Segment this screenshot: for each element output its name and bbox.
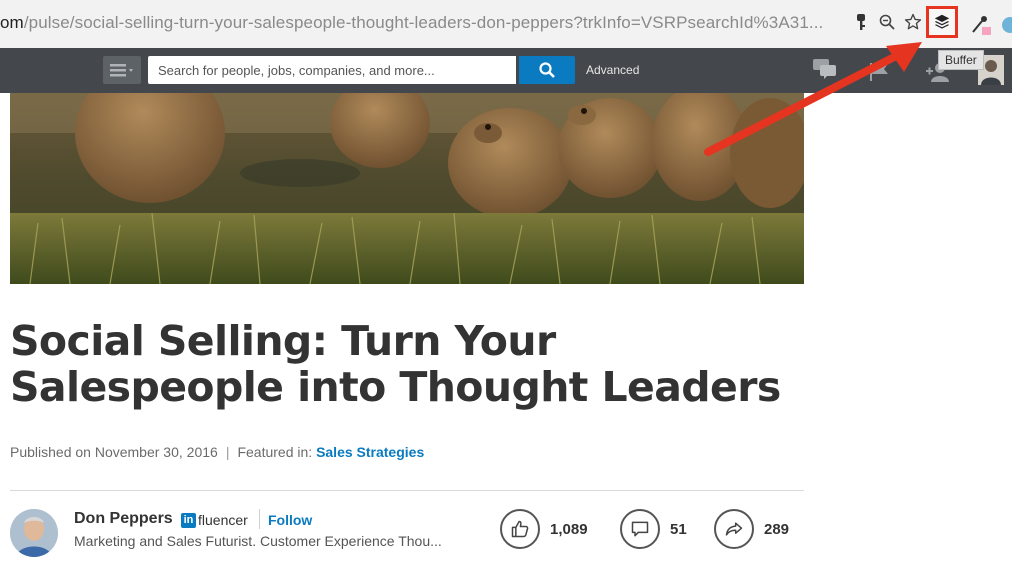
key-icon[interactable] bbox=[852, 12, 870, 32]
eyedropper-extension-icon[interactable] bbox=[970, 14, 992, 36]
buffer-icon bbox=[934, 14, 950, 29]
featured-channel-link[interactable]: Sales Strategies bbox=[316, 444, 424, 460]
url-path: /pulse/social-selling-turn-your-salespeo… bbox=[23, 13, 824, 32]
share-group: 289 bbox=[714, 509, 789, 549]
follow-separator bbox=[259, 509, 260, 529]
author-name[interactable]: Don Peppers bbox=[74, 510, 173, 528]
meta-separator: | bbox=[225, 444, 230, 460]
comment-count: 51 bbox=[670, 520, 687, 538]
url-text[interactable]: om/pulse/social-selling-turn-your-salesp… bbox=[0, 13, 823, 33]
comment-icon bbox=[631, 521, 649, 537]
buffer-extension-button[interactable] bbox=[926, 6, 958, 38]
notifications-flag-icon[interactable] bbox=[868, 62, 890, 87]
share-arrow-icon bbox=[725, 522, 743, 536]
url-bar-icons bbox=[852, 12, 922, 32]
share-count: 289 bbox=[764, 520, 790, 538]
article-meta: Published on November 30, 2016 | Featured … bbox=[10, 444, 424, 460]
influencer-label: fluencer bbox=[198, 512, 248, 528]
search-button[interactable] bbox=[519, 56, 575, 84]
like-group: 1,089 bbox=[500, 509, 588, 549]
zoom-icon[interactable] bbox=[878, 12, 896, 32]
browser-address-bar[interactable]: om/pulse/social-selling-turn-your-salesp… bbox=[0, 0, 1012, 49]
thumbs-up-icon bbox=[511, 520, 529, 538]
comment-button[interactable] bbox=[620, 509, 660, 549]
search-input[interactable] bbox=[148, 56, 516, 84]
comment-group: 51 bbox=[620, 509, 687, 549]
follow-button[interactable]: Follow bbox=[268, 512, 312, 528]
buffer-tooltip: Buffer bbox=[938, 50, 984, 70]
url-prefix: om bbox=[0, 13, 24, 32]
divider bbox=[10, 490, 804, 491]
share-button[interactable] bbox=[714, 509, 754, 549]
advanced-search-link[interactable]: Advanced bbox=[586, 63, 639, 77]
influencer-badge: in fluencer bbox=[181, 512, 248, 528]
article-hero-image bbox=[10, 93, 804, 284]
like-button[interactable] bbox=[500, 509, 540, 549]
messages-icon[interactable] bbox=[812, 58, 838, 85]
menu-button[interactable] bbox=[103, 56, 141, 84]
author-headline: Marketing and Sales Futurist. Customer E… bbox=[74, 533, 442, 549]
hamburger-icon bbox=[110, 64, 133, 77]
linkedin-in-icon: in bbox=[181, 512, 196, 528]
article-title: Social Selling: Turn Your Salespeople in… bbox=[10, 317, 781, 411]
bookmark-star-icon[interactable] bbox=[904, 12, 922, 32]
featured-label: Featured in: bbox=[237, 444, 313, 460]
author-avatar[interactable] bbox=[10, 509, 58, 557]
extension-icon[interactable] bbox=[1000, 14, 1012, 36]
search-icon bbox=[539, 62, 555, 78]
linkedin-header: Advanced bbox=[0, 48, 1012, 93]
like-count: 1,089 bbox=[550, 520, 588, 538]
published-date: Published on November 30, 2016 bbox=[10, 444, 218, 460]
